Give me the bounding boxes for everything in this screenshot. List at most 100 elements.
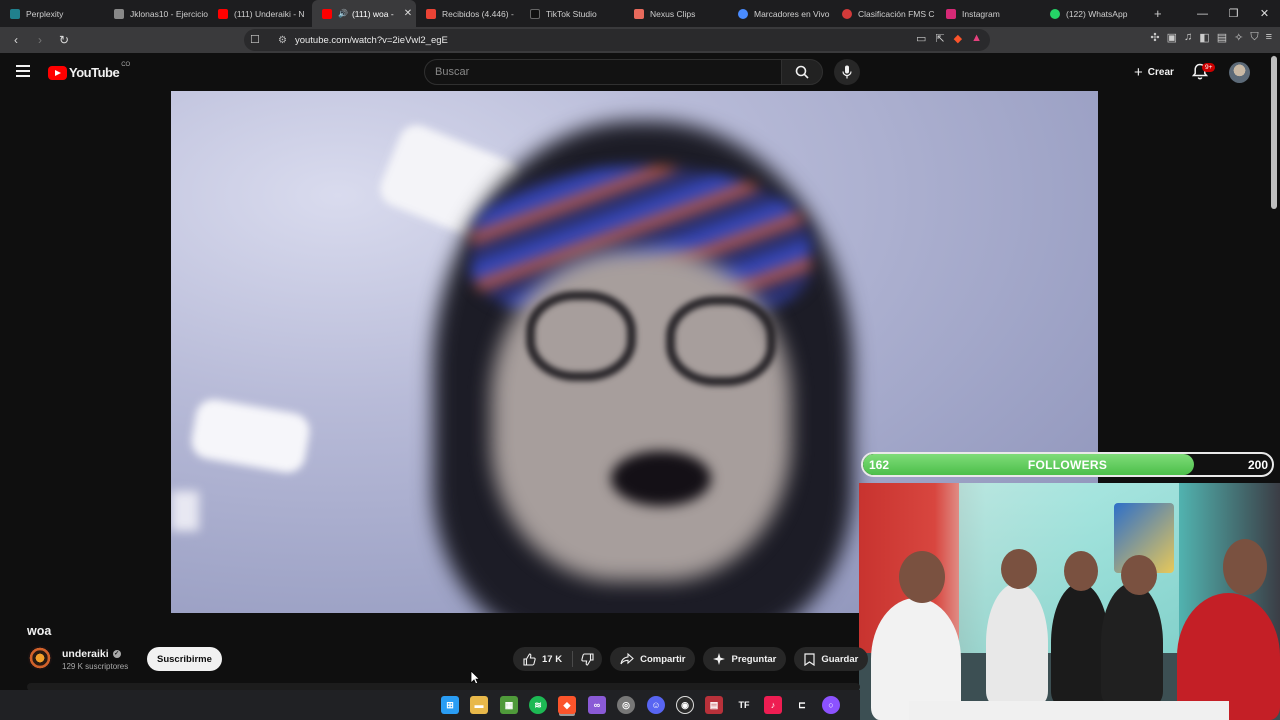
tab-perplexity[interactable]: Perplexity: [0, 0, 104, 27]
tab-label: Nexus Clips: [650, 8, 696, 19]
video-title: woa: [27, 624, 52, 638]
page-scrollbar[interactable]: [1271, 56, 1277, 209]
ask-label: Preguntar: [731, 653, 777, 665]
microphone-icon: [842, 65, 852, 79]
like-button[interactable]: 17 K: [513, 647, 572, 671]
wallet-icon[interactable]: ▣: [1167, 31, 1177, 44]
tab-tiktok-studio[interactable]: TikTok Studio: [520, 0, 624, 27]
windows-start-icon[interactable]: ⊞: [441, 696, 459, 714]
dislike-button[interactable]: [573, 647, 602, 671]
leo-ai-icon[interactable]: ✧: [1234, 31, 1243, 44]
tab-woa[interactable]: 🔊 (111) woa - ✕: [312, 0, 416, 27]
notifications-badge: 9+: [1202, 63, 1216, 72]
gmail-icon: [426, 8, 436, 19]
tab-nexus-clips[interactable]: Nexus Clips: [624, 0, 728, 27]
tab-marcadores[interactable]: Marcadores en Vivo: [728, 0, 832, 27]
share-arrow-icon: [620, 653, 634, 665]
minimize-icon[interactable]: —: [1187, 8, 1218, 20]
channel-name-row[interactable]: underaiki ✓: [62, 648, 121, 660]
new-tab-button[interactable]: +: [1144, 6, 1172, 21]
tiktok-icon[interactable]: ♪: [764, 696, 782, 714]
video-frame-mouth: [611, 451, 711, 506]
circle-app-icon[interactable]: ○: [822, 696, 840, 714]
share-button[interactable]: Compartir: [610, 647, 696, 671]
visual-studio-icon[interactable]: ∞: [588, 696, 606, 714]
chrome-icon[interactable]: ◎: [617, 696, 635, 714]
youtube-header: YouTube CO Buscar + Crear 9+: [0, 53, 1280, 91]
tab-label: (122) WhatsApp: [1066, 8, 1128, 19]
tf-icon[interactable]: TF: [735, 696, 753, 714]
channel-avatar[interactable]: [28, 646, 52, 670]
tab-label: Marcadores en Vivo: [754, 8, 830, 19]
minecraft-icon[interactable]: ▦: [500, 696, 518, 714]
create-label: Crear: [1147, 66, 1174, 78]
webcam-person-head: [899, 551, 945, 603]
ask-button[interactable]: Preguntar: [703, 647, 787, 671]
close-tab-icon[interactable]: ✕: [404, 8, 412, 19]
account-avatar[interactable]: [1229, 62, 1250, 83]
bookmark-icon[interactable]: ☐: [250, 33, 260, 46]
brave-shields-icon[interactable]: ◆: [954, 32, 962, 45]
search-button[interactable]: [781, 59, 823, 85]
create-button[interactable]: + Crear: [1124, 60, 1184, 84]
window-controls: — ❐ ✕: [1187, 0, 1280, 27]
webcam-person-head: [1001, 549, 1037, 589]
tab-whatsapp[interactable]: (122) WhatsApp: [1040, 0, 1144, 27]
tab-label: TikTok Studio: [546, 8, 597, 19]
tab-label: Jklonas10 - Ejercicio: [130, 8, 208, 19]
thumbs-down-icon: [581, 652, 594, 666]
address-bar[interactable]: ☐ ⚙ youtube.com/watch?v=2ieVwl2_egE ▭ ⇱ …: [244, 29, 990, 51]
followers-goal: 200: [1247, 458, 1268, 472]
rewards-icon[interactable]: ▲: [971, 32, 982, 45]
forward-icon[interactable]: ›: [30, 33, 50, 47]
site-settings-icon[interactable]: ⚙: [278, 35, 287, 46]
music-icon[interactable]: ♫: [1184, 31, 1192, 44]
back-icon[interactable]: ‹: [6, 33, 26, 47]
marcadores-icon: [738, 8, 748, 19]
extensions-icon[interactable]: ✣: [1150, 31, 1159, 44]
fms-icon: [842, 8, 852, 19]
tab-underaiki[interactable]: (111) Underaiki - N: [208, 0, 312, 27]
bookmark-icon: [804, 652, 815, 666]
sidebar-icon[interactable]: ◧: [1199, 31, 1209, 44]
logo-text: YouTube: [69, 65, 120, 80]
perplexity-icon: [10, 8, 20, 19]
vpn-shield-icon[interactable]: ⛉: [1250, 31, 1258, 44]
wallet-card-icon[interactable]: ▤: [1217, 31, 1227, 44]
subscribe-button[interactable]: Suscribirme: [147, 647, 222, 671]
share-icon[interactable]: ⇱: [935, 32, 944, 45]
cast-icon[interactable]: ▭: [916, 32, 926, 45]
reload-icon[interactable]: ↻: [54, 33, 74, 47]
search-icon: [795, 65, 809, 79]
tab-label: Instagram: [962, 8, 1000, 19]
tab-ejercicio[interactable]: Jklonas10 - Ejercicio: [104, 0, 208, 27]
voice-search-button[interactable]: [834, 59, 860, 85]
menu-icon[interactable]: ≡: [1266, 31, 1272, 44]
like-count: 17 K: [542, 653, 563, 665]
spotify-icon[interactable]: ≋: [529, 696, 547, 714]
webcam-person-head: [1223, 539, 1267, 595]
search-input[interactable]: Buscar: [424, 59, 782, 85]
tab-label: Clasificación FMS C: [858, 8, 935, 19]
channel-name[interactable]: underaiki: [62, 648, 109, 660]
tab-gmail[interactable]: Recibidos (4.446) -: [416, 0, 520, 27]
obs-icon[interactable]: ◉: [676, 696, 694, 714]
url-text: youtube.com/watch?v=2ieVwl2_egE: [294, 34, 448, 46]
webcam-person: [986, 583, 1048, 703]
video-actions: 17 K Compartir Preguntar Guardar: [513, 647, 869, 671]
tab-instagram[interactable]: Instagram: [936, 0, 1040, 27]
restore-icon[interactable]: ❐: [1218, 7, 1249, 20]
tab-clasificacion[interactable]: Clasificación FMS C: [832, 0, 936, 27]
save-button[interactable]: Guardar: [794, 647, 869, 671]
hamburger-menu-icon[interactable]: [16, 65, 30, 77]
youtube-logo[interactable]: YouTube CO: [48, 62, 130, 80]
brave-icon[interactable]: ◆: [558, 696, 576, 714]
capcut-icon[interactable]: ⊏: [793, 696, 811, 714]
close-window-icon[interactable]: ✕: [1249, 7, 1280, 20]
app-icon[interactable]: ▤: [705, 696, 723, 714]
subscriber-count: 129 K suscriptores: [62, 662, 129, 671]
file-explorer-icon[interactable]: ▬: [470, 696, 488, 714]
nexus-clips-icon: [634, 8, 644, 19]
screen: Perplexity Jklonas10 - Ejercicio (111) U…: [0, 0, 1280, 720]
discord-icon[interactable]: ☺: [647, 696, 665, 714]
